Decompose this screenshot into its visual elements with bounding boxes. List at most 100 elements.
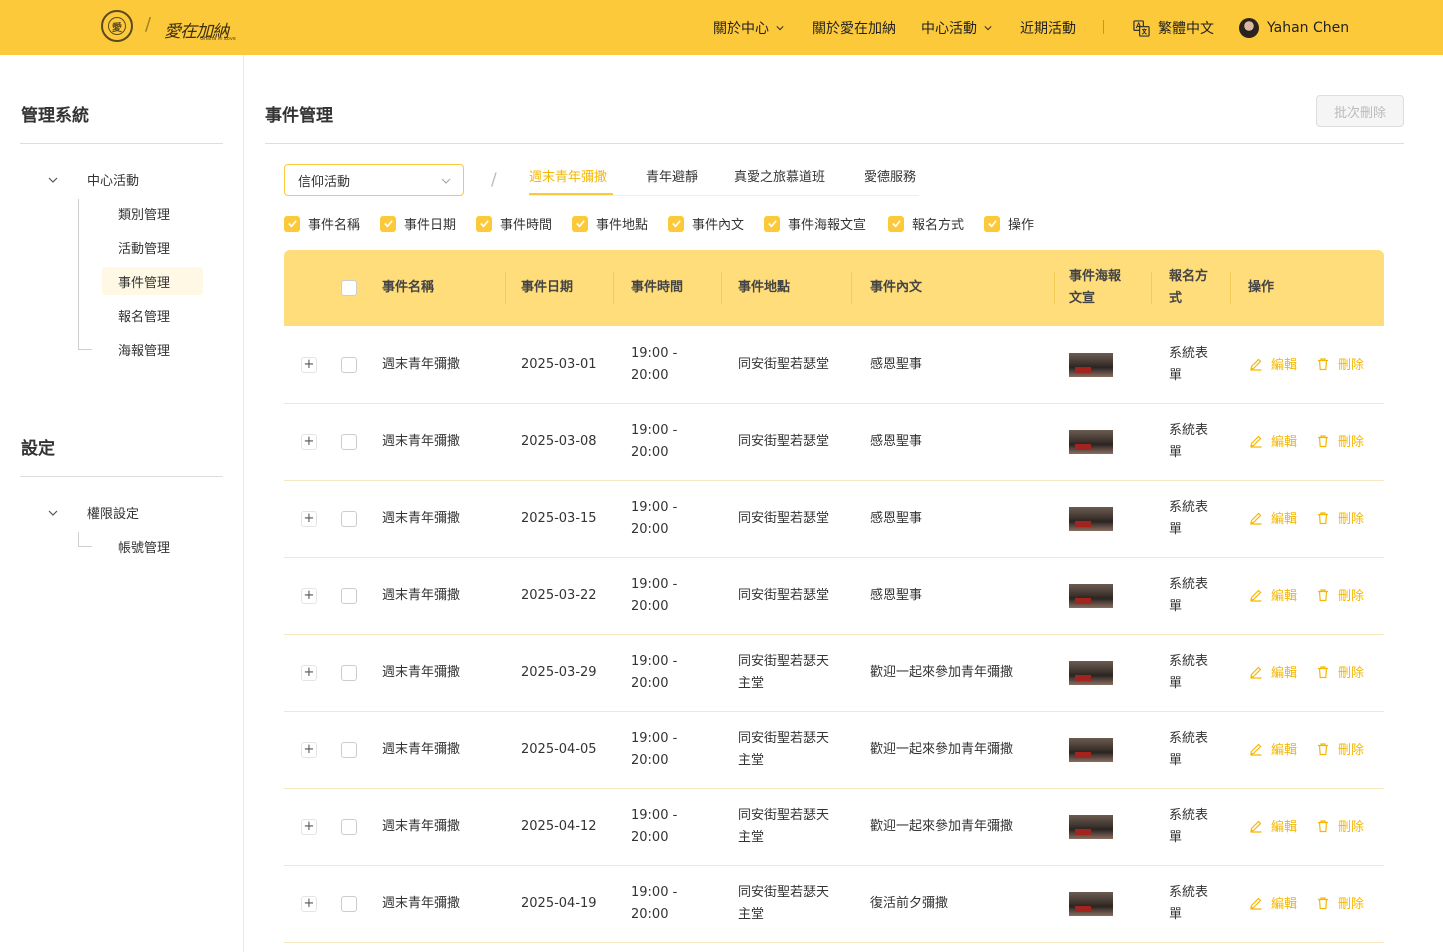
select-all-checkbox[interactable]: [341, 280, 357, 296]
edit-button[interactable]: 編輯: [1249, 354, 1297, 373]
edit-label: 編輯: [1271, 820, 1298, 835]
event-date-cell: 2025-04-12: [521, 819, 597, 834]
column-header[interactable]: 事件內文: [870, 277, 922, 299]
event-poster-thumbnail[interactable]: [1069, 430, 1113, 454]
delete-button[interactable]: 刪除: [1316, 739, 1364, 758]
column-header[interactable]: 事件地點: [738, 277, 790, 299]
delete-button[interactable]: 刪除: [1316, 354, 1364, 373]
row-checkbox[interactable]: [341, 434, 357, 450]
column-toggle[interactable]: 事件時間: [476, 214, 552, 233]
edit-button[interactable]: 編輯: [1249, 739, 1297, 758]
row-checkbox[interactable]: [341, 665, 357, 681]
tree-line: [78, 349, 92, 350]
tab-youth-retreat[interactable]: 青年避靜: [646, 166, 698, 185]
delete-button[interactable]: 刪除: [1316, 893, 1364, 912]
column-header[interactable]: 事件時間: [631, 277, 683, 299]
sidebar-item-events[interactable]: 事件管理: [102, 267, 203, 295]
tab-catechumen-class[interactable]: 真愛之旅慕道班: [734, 166, 825, 185]
edit-button[interactable]: 編輯: [1249, 893, 1297, 912]
sidebar-item-accounts[interactable]: 帳號管理: [102, 532, 203, 560]
brand-logo[interactable]: 愛在加納 Ghana in Love: [164, 12, 236, 42]
edit-button[interactable]: 編輯: [1249, 431, 1297, 450]
pencil-icon: [1249, 588, 1271, 602]
delete-button[interactable]: 刪除: [1316, 508, 1364, 527]
expand-row-button[interactable]: +: [301, 357, 317, 373]
event-poster-thumbnail[interactable]: [1069, 353, 1113, 377]
edit-button[interactable]: 編輯: [1249, 662, 1297, 681]
column-header[interactable]: 事件海報文宣: [1069, 266, 1129, 310]
nav-center-activities[interactable]: 中心活動: [921, 18, 992, 38]
checkbox-checked-icon: [984, 215, 1000, 232]
expand-row-button[interactable]: +: [301, 511, 317, 527]
expand-row-button[interactable]: +: [301, 742, 317, 758]
language-switcher[interactable]: 繁體中文: [1133, 18, 1214, 38]
event-content-cell: 歡迎一起來參加青年彌撒: [870, 819, 1014, 834]
user-menu[interactable]: Yahan Chen: [1239, 18, 1349, 38]
trash-icon: [1316, 742, 1338, 756]
expand-row-button[interactable]: +: [301, 819, 317, 835]
nav-recent-activities[interactable]: 近期活動: [1020, 18, 1076, 38]
row-checkbox[interactable]: [341, 742, 357, 758]
sidebar-item-activities[interactable]: 活動管理: [102, 233, 203, 261]
delete-button[interactable]: 刪除: [1316, 585, 1364, 604]
event-poster-thumbnail[interactable]: [1069, 584, 1113, 608]
column-toggle[interactable]: 事件內文: [668, 214, 744, 233]
category-select[interactable]: 信仰活動: [284, 164, 464, 196]
top-bar: 愛 / 愛在加納 Ghana in Love 關於中心 關於愛在加納 中心活動 …: [0, 0, 1443, 55]
column-toggle[interactable]: 事件地點: [572, 214, 648, 233]
column-divider: [613, 272, 614, 304]
edit-button[interactable]: 編輯: [1249, 508, 1297, 527]
row-checkbox[interactable]: [341, 357, 357, 373]
event-poster-thumbnail[interactable]: [1069, 815, 1113, 839]
batch-delete-button[interactable]: 批次刪除: [1316, 95, 1404, 127]
delete-label: 刪除: [1338, 897, 1365, 912]
pencil-icon: [1249, 665, 1271, 679]
row-checkbox[interactable]: [341, 511, 357, 527]
column-header[interactable]: 事件名稱: [382, 277, 434, 299]
column-header[interactable]: 操作: [1248, 277, 1274, 299]
column-toggle[interactable]: 操作: [984, 214, 1034, 233]
event-poster-thumbnail[interactable]: [1069, 507, 1113, 531]
sidebar-item-category[interactable]: 類別管理: [102, 199, 203, 227]
nav-label: 中心活動: [921, 21, 977, 37]
row-checkbox[interactable]: [341, 588, 357, 604]
event-time-cell: 19:00 - 20:00: [631, 885, 678, 922]
tab-charity-service[interactable]: 愛德服務: [864, 166, 916, 185]
nav-about-ghana[interactable]: 關於愛在加納: [812, 18, 896, 38]
logo-separator: /: [145, 14, 152, 35]
edit-button[interactable]: 編輯: [1249, 816, 1297, 835]
column-toggle[interactable]: 事件海報文宣: [764, 214, 866, 233]
delete-label: 刪除: [1338, 435, 1365, 450]
sidebar-divider: [20, 476, 223, 477]
expand-row-button[interactable]: +: [301, 434, 317, 450]
column-toggle[interactable]: 事件日期: [380, 214, 456, 233]
tree-line: [78, 199, 79, 349]
tab-weekend-youth-mass[interactable]: 週末青年彌撒: [529, 166, 607, 185]
delete-button[interactable]: 刪除: [1316, 662, 1364, 681]
event-content-cell: 歡迎一起來參加青年彌撒: [870, 742, 1014, 757]
column-divider: [505, 272, 506, 304]
center-seal-logo[interactable]: 愛: [101, 10, 133, 42]
edit-button[interactable]: 編輯: [1249, 585, 1297, 604]
expand-row-button[interactable]: +: [301, 665, 317, 681]
nav-about-center[interactable]: 關於中心: [713, 18, 784, 38]
expand-row-button[interactable]: +: [301, 588, 317, 604]
sidebar-item-registration[interactable]: 報名管理: [102, 301, 203, 329]
sidebar-item-posters[interactable]: 海報管理: [102, 335, 203, 363]
delete-button[interactable]: 刪除: [1316, 431, 1364, 450]
row-checkbox[interactable]: [341, 819, 357, 835]
column-toggle[interactable]: 報名方式: [888, 214, 964, 233]
column-toggle[interactable]: 事件名稱: [284, 214, 360, 233]
delete-label: 刪除: [1338, 358, 1365, 373]
delete-button[interactable]: 刪除: [1316, 816, 1364, 835]
event-poster-thumbnail[interactable]: [1069, 738, 1113, 762]
event-poster-thumbnail[interactable]: [1069, 892, 1113, 916]
column-header[interactable]: 報名方式: [1169, 266, 1214, 310]
event-poster-thumbnail[interactable]: [1069, 661, 1113, 685]
column-header[interactable]: 事件日期: [521, 277, 573, 299]
sidebar-group-center-activities[interactable]: 中心活動: [48, 170, 139, 189]
event-location-cell: 同安街聖若瑟堂: [738, 357, 830, 372]
sidebar-group-permissions[interactable]: 權限設定: [48, 503, 139, 522]
row-checkbox[interactable]: [341, 896, 357, 912]
expand-row-button[interactable]: +: [301, 896, 317, 912]
